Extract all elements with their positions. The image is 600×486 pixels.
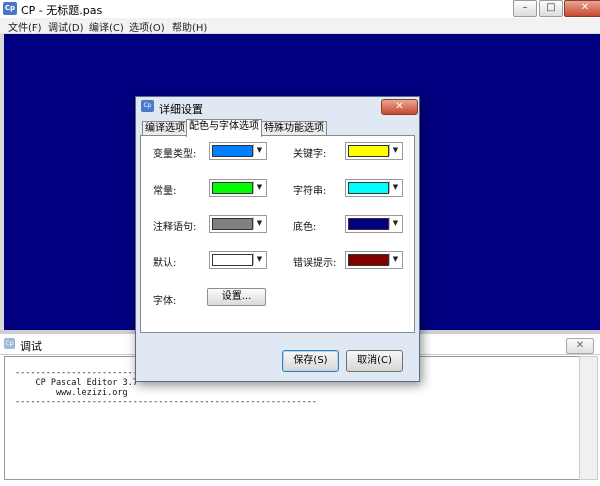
- comment-swatch: [212, 218, 253, 230]
- default-color-picker[interactable]: ▼: [209, 251, 267, 269]
- chevron-down-icon: ▼: [253, 144, 265, 156]
- dialog-title: 详细设置: [159, 103, 203, 116]
- font-label: 字体:: [153, 296, 177, 307]
- comment-color-picker[interactable]: ▼: [209, 215, 267, 233]
- close-button[interactable]: ✕: [564, 0, 600, 17]
- chevron-down-icon: ▼: [253, 253, 265, 265]
- chevron-down-icon: ▼: [253, 217, 265, 229]
- background-color-picker[interactable]: ▼: [345, 215, 403, 233]
- error-label: 错误提示:: [293, 258, 337, 269]
- debug-panel-title: 调试: [20, 340, 42, 353]
- dialog-icon: Cp: [141, 100, 154, 112]
- app-icon: Cp: [3, 2, 17, 15]
- menu-help[interactable]: 帮助(H): [172, 19, 207, 34]
- cancel-button[interactable]: 取消(C): [346, 350, 403, 372]
- string-label: 字符串:: [293, 186, 327, 197]
- font-settings-button[interactable]: 设置...: [207, 288, 266, 306]
- variable-type-label: 变量类型:: [153, 149, 197, 160]
- settings-dialog: Cp 详细设置 ✕ 编译选项 配色与字体选项 特殊功能选项 变量类型: ▼ 常量…: [135, 96, 420, 382]
- string-color-picker[interactable]: ▼: [345, 179, 403, 197]
- debug-close-button[interactable]: ✕: [566, 338, 594, 354]
- background-swatch: [348, 218, 389, 230]
- editor-gutter: [0, 34, 4, 330]
- debug-line: CP Pascal Editor 3.7: [15, 378, 138, 388]
- string-swatch: [348, 182, 389, 194]
- menu-options[interactable]: 选项(O): [129, 19, 165, 34]
- background-label: 底色:: [293, 222, 317, 233]
- minimize-button[interactable]: –: [513, 0, 537, 17]
- constant-label: 常量:: [153, 186, 177, 197]
- menu-file[interactable]: 文件(F): [8, 19, 42, 34]
- menu-compile[interactable]: 编译(C): [89, 19, 124, 34]
- comment-label: 注释语句:: [153, 222, 197, 233]
- keyword-color-picker[interactable]: ▼: [345, 142, 403, 160]
- tab-compile-options[interactable]: 编译选项: [142, 121, 188, 136]
- default-label: 默认:: [153, 258, 177, 269]
- dialog-close-button[interactable]: ✕: [381, 99, 418, 115]
- error-color-picker[interactable]: ▼: [345, 251, 403, 269]
- menu-debug[interactable]: 调试(D): [48, 19, 84, 34]
- debug-scrollbar[interactable]: [579, 356, 598, 480]
- chevron-down-icon: ▼: [389, 217, 401, 229]
- chevron-down-icon: ▼: [253, 181, 265, 193]
- chevron-down-icon: ▼: [389, 181, 401, 193]
- debug-line: ----------------------------------------…: [15, 397, 317, 407]
- keyword-swatch: [348, 145, 389, 157]
- constant-color-picker[interactable]: ▼: [209, 179, 267, 197]
- constant-swatch: [212, 182, 253, 194]
- error-swatch: [348, 254, 389, 266]
- dialog-titlebar: Cp 详细设置 ✕: [136, 97, 419, 116]
- chevron-down-icon: ▼: [389, 144, 401, 156]
- save-button[interactable]: 保存(S): [282, 350, 339, 372]
- window-title: CP - 无标题.pas: [21, 4, 103, 17]
- debug-panel-icon: Cp: [4, 338, 15, 349]
- keyword-label: 关键字:: [293, 149, 327, 160]
- default-swatch: [212, 254, 253, 266]
- variable-type-color-picker[interactable]: ▼: [209, 142, 267, 160]
- color-font-panel: 变量类型: ▼ 常量: ▼ 注释语句: ▼ 默认: ▼ 关键字: ▼ 字符串:: [140, 135, 415, 333]
- menu-bar: 文件(F) 调试(D) 编译(C) 选项(O) 帮助(H): [0, 18, 600, 34]
- tab-color-font[interactable]: 配色与字体选项: [186, 119, 262, 137]
- window-titlebar: Cp CP - 无标题.pas – □ ✕: [0, 0, 600, 18]
- chevron-down-icon: ▼: [389, 253, 401, 265]
- variable-type-swatch: [212, 145, 253, 157]
- maximize-button[interactable]: □: [539, 0, 563, 17]
- tab-special-features[interactable]: 特殊功能选项: [261, 121, 327, 136]
